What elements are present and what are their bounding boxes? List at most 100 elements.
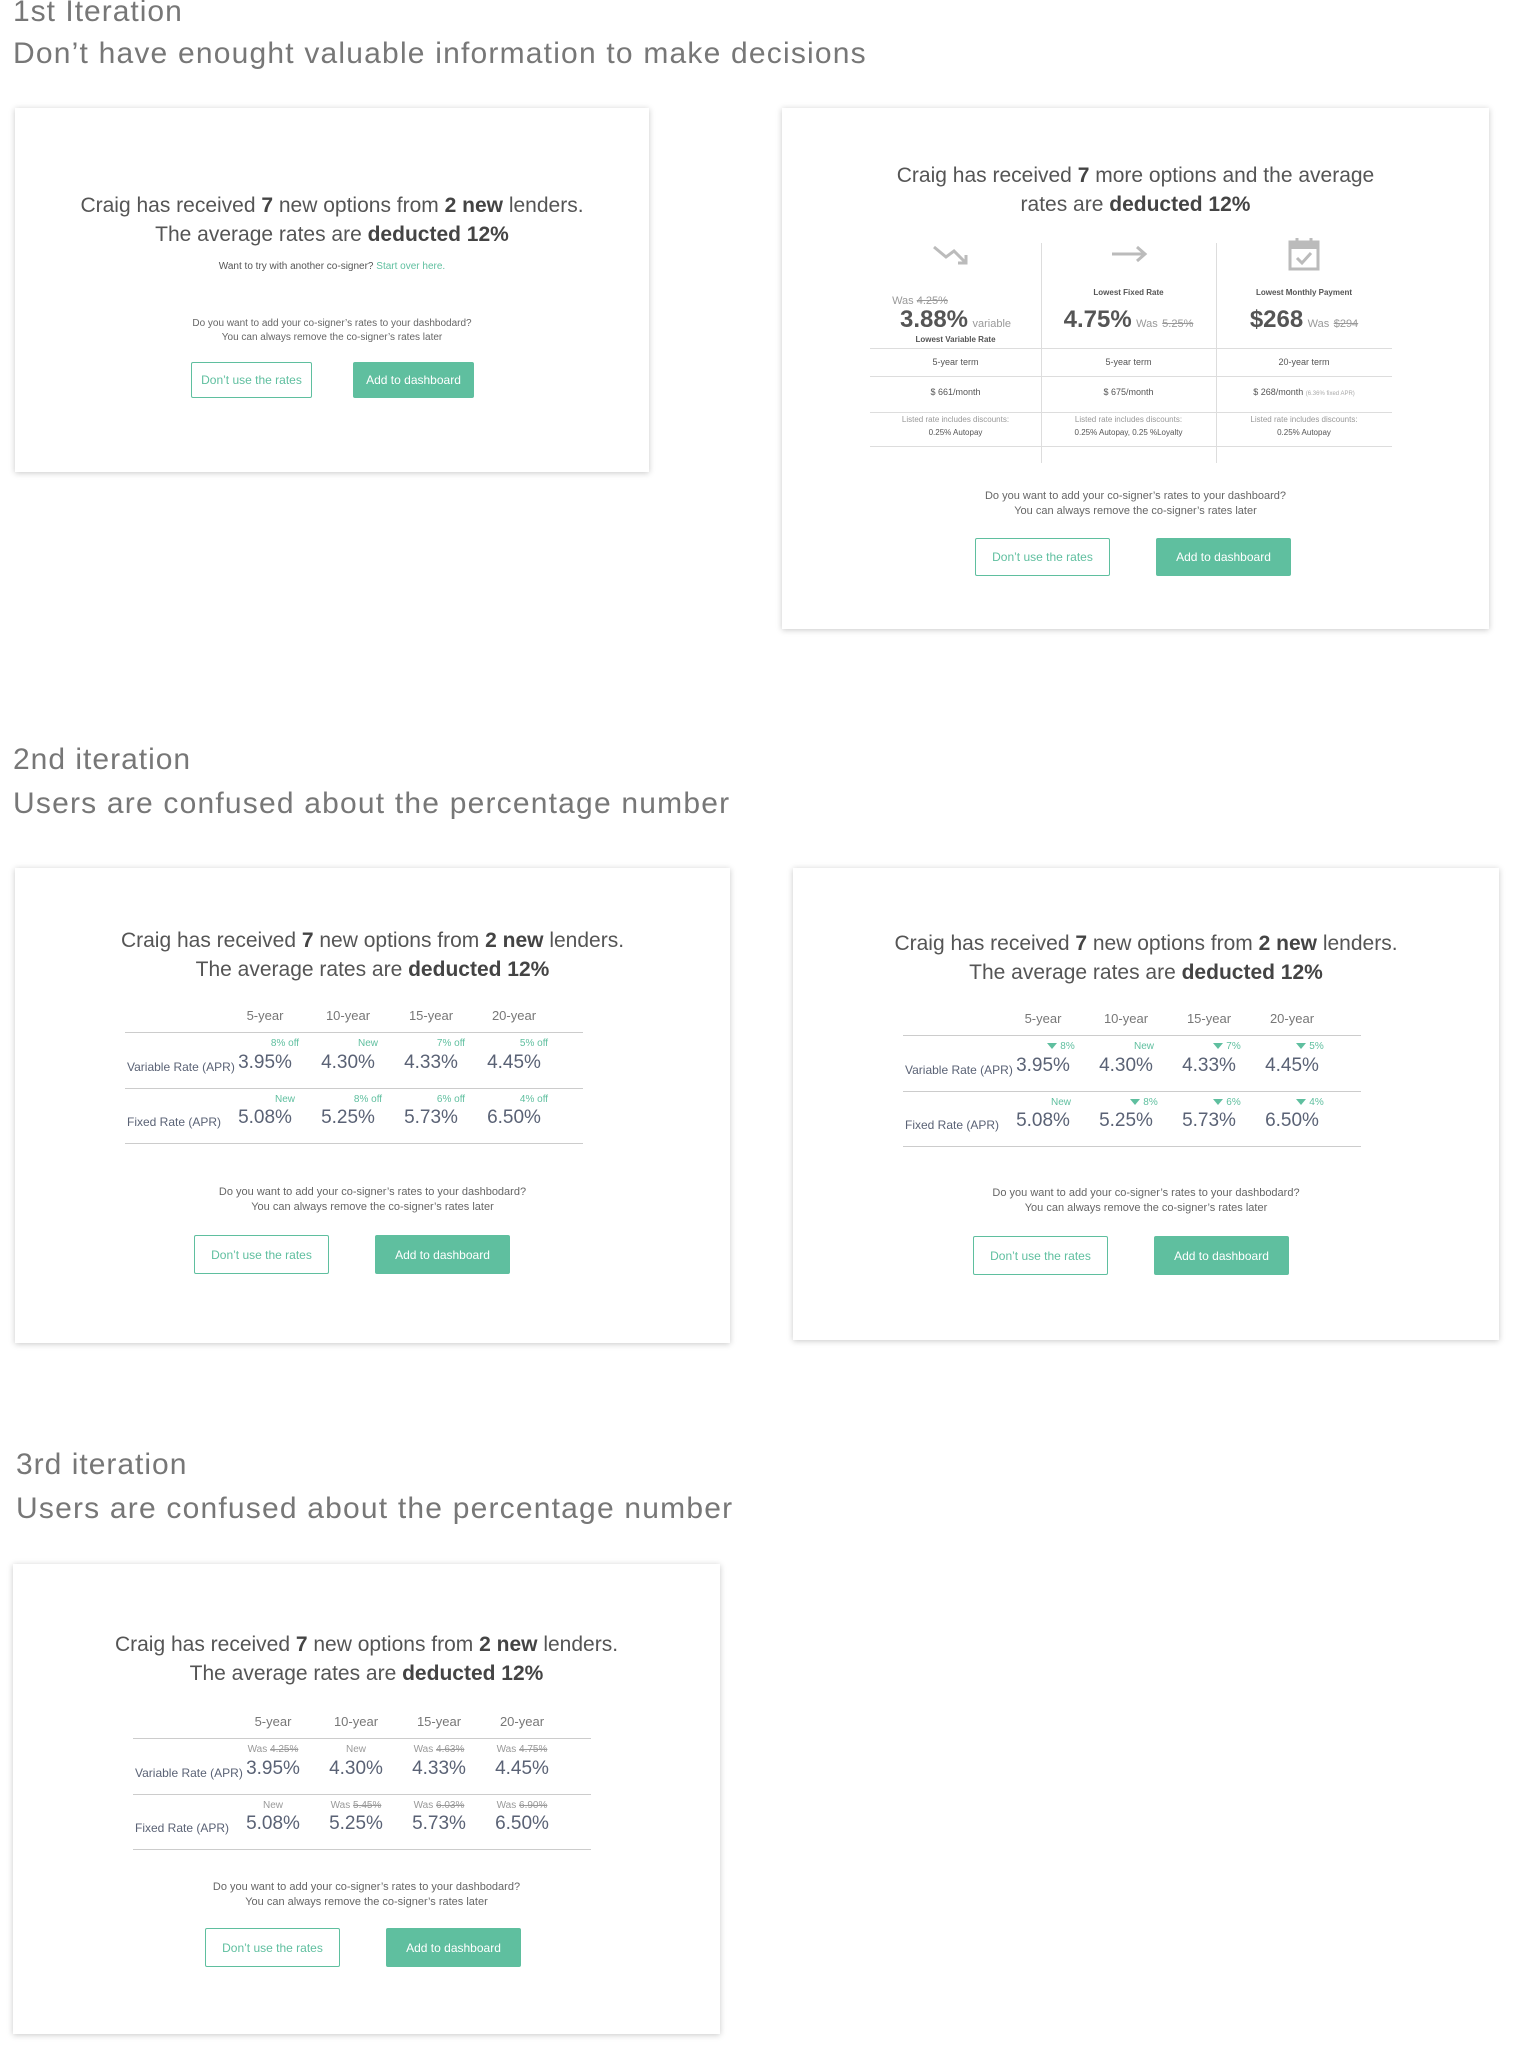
rate-change-tag: 5% (1270, 1041, 1350, 1052)
variable-rate-value: 4.30% (321, 1052, 375, 1073)
previous-rate: Was 5.45% (330, 1800, 382, 1811)
table-divider (133, 1849, 591, 1850)
calendar-check-icon (1288, 238, 1320, 271)
fixed-rate-value: 6.50% (495, 1813, 549, 1834)
variable-rate-value: 4.33% (404, 1052, 458, 1073)
previous-rate: New (262, 1800, 283, 1811)
rate-change-tag: 7% (1187, 1041, 1267, 1052)
rate-change-tag: 8% (1021, 1041, 1101, 1052)
row-divider (870, 376, 1392, 377)
section-subtitle-3: Users are confused about the percentage … (16, 1492, 734, 1525)
add-to-dashboard-button[interactable]: Add to dashboard (1154, 1236, 1289, 1275)
term-header: 5-year (1024, 1011, 1062, 1026)
fixed-rate-value: 5.73% (1182, 1110, 1236, 1131)
arrow-right-icon (1112, 245, 1148, 263)
discount-note: Listed rate includes discounts: (1250, 415, 1358, 424)
arrow-down-icon (1130, 1099, 1141, 1106)
table-divider (133, 1794, 591, 1795)
variable-rate-value: 4.45% (1265, 1055, 1319, 1076)
fixed-rate-label: Fixed Rate (APR) (135, 1821, 230, 1835)
term-header: 15-year (416, 1714, 462, 1729)
variable-rate-value: 4.45% (487, 1052, 541, 1073)
fixed-rate-value: 5.25% (321, 1107, 375, 1128)
variable-rate-value: 4.33% (1182, 1055, 1236, 1076)
fixed-rate-value: 6.50% (487, 1107, 541, 1128)
card-iter3: Craig has received 7 new options from 2 … (13, 1564, 720, 2034)
rate-change-tag: 5% off (519, 1038, 549, 1049)
table-divider (133, 1738, 591, 1739)
term-header: 10-year (333, 1714, 379, 1729)
previous-rate: Was 4.25% (247, 1744, 299, 1755)
card-iter2-left: Craig has received 7 new options from 2 … (15, 868, 730, 1343)
previous-rate: Was 6.03% (413, 1800, 465, 1811)
section-subtitle-2: Users are confused about the percentage … (13, 787, 731, 820)
discount-note: Listed rate includes discounts: (1074, 415, 1183, 424)
monthly-payment: $ 675/month (1103, 387, 1154, 397)
previous-rate: Was 4.75% (496, 1744, 548, 1755)
previous-rate: Was 4.63% (413, 1744, 465, 1755)
rate-change-tag: 4% off (519, 1094, 549, 1105)
trend-down-icon (933, 245, 968, 265)
previous-rate: Was 6.90% (496, 1800, 548, 1811)
monthly-payment: $ 661/month (930, 387, 981, 397)
dont-use-rates-button[interactable]: Don’t use the rates (975, 538, 1110, 576)
fixed-rate-value: 5.25% (1099, 1110, 1153, 1131)
question-text: Do you want to add your co-signer’s rate… (218, 1186, 527, 1213)
card-iter2-right: Craig has received 7 new options from 2 … (793, 868, 1499, 1340)
question-text: Do you want to add your co-signer’s rate… (212, 1881, 521, 1908)
discount-detail: 0.25% Autopay, 0.25 %Loyalty (1074, 428, 1183, 437)
add-to-dashboard-button[interactable]: Add to dashboard (353, 362, 474, 398)
column-label: Lowest Variable Rate (915, 335, 996, 344)
term: 5-year term (932, 357, 979, 367)
fixed-rate-value: 5.08% (238, 1107, 292, 1128)
column-label: Lowest Monthly Payment (1255, 288, 1352, 297)
variable-rate-value: 3.95% (246, 1758, 300, 1779)
term-header: 20-year (1269, 1011, 1315, 1026)
variable-rate-value: 3.95% (238, 1052, 292, 1073)
row-divider (870, 446, 1392, 447)
add-to-dashboard-button[interactable]: Add to dashboard (1156, 538, 1291, 576)
lowest-monthly-payment: $268 Was $294 (1249, 306, 1359, 333)
headline: Craig has received 7 new options from 2 … (114, 1633, 619, 1685)
dont-use-rates-button[interactable]: Don’t use the rates (194, 1235, 329, 1274)
start-over-link[interactable]: Start over here. (376, 261, 445, 272)
rate-change-tag: 8% off (353, 1094, 383, 1105)
table-divider (125, 1143, 583, 1144)
headline: Craig has received 7 new options from 2 … (120, 929, 625, 981)
variable-rate-value: 4.30% (329, 1758, 383, 1779)
monthly-payment: $ 268/month (6.36% fixed APR) (1253, 387, 1355, 397)
section-title-3: 3rd iteration (16, 1448, 188, 1481)
row-divider (870, 348, 1392, 349)
rate-change-tag: 4% (1270, 1097, 1350, 1108)
term-header: 5-year (246, 1008, 284, 1023)
rate-change-tag: New (357, 1038, 378, 1049)
dont-use-rates-button[interactable]: Don’t use the rates (191, 362, 312, 398)
fixed-rate-value: 5.08% (246, 1813, 300, 1834)
discount-note: Listed rate includes discounts: (901, 415, 1010, 424)
variable-rate-value: 3.95% (1016, 1055, 1070, 1076)
term-header: 15-year (1186, 1011, 1232, 1026)
question-text: Do you want to add your co-signer’s rate… (992, 1187, 1300, 1214)
section-title-1: 1st Iteration (13, 0, 183, 28)
dont-use-rates-button[interactable]: Don’t use the rates (973, 1236, 1108, 1275)
table-divider (903, 1146, 1361, 1147)
dont-use-rates-button[interactable]: Don’t use the rates (205, 1928, 340, 1967)
rate-change-tag: 8% (1104, 1097, 1184, 1108)
term: 20-year term (1278, 357, 1330, 367)
fixed-rate-value: 5.08% (1016, 1110, 1070, 1131)
discount-detail: 0.25% Autopay (928, 428, 983, 437)
term-header: 10-year (1103, 1011, 1149, 1026)
headline: Craig has received 7 new options from 2 … (80, 194, 584, 246)
fixed-rate-value: 5.73% (412, 1813, 466, 1834)
variable-rate-label: Variable Rate (APR) (905, 1063, 1013, 1077)
arrow-down-icon (1296, 1099, 1307, 1106)
table-divider (903, 1091, 1361, 1092)
term: 5-year term (1105, 357, 1152, 367)
rate-change-tag: 6% off (436, 1094, 466, 1105)
row-divider (870, 412, 1392, 413)
rate-change-tag: 7% off (436, 1038, 466, 1049)
discount-detail: 0.25% Autopay (1277, 428, 1331, 437)
add-to-dashboard-button[interactable]: Add to dashboard (375, 1235, 510, 1274)
question-text: Do you want to add your co-signer’s rate… (192, 318, 472, 343)
add-to-dashboard-button[interactable]: Add to dashboard (386, 1928, 521, 1967)
